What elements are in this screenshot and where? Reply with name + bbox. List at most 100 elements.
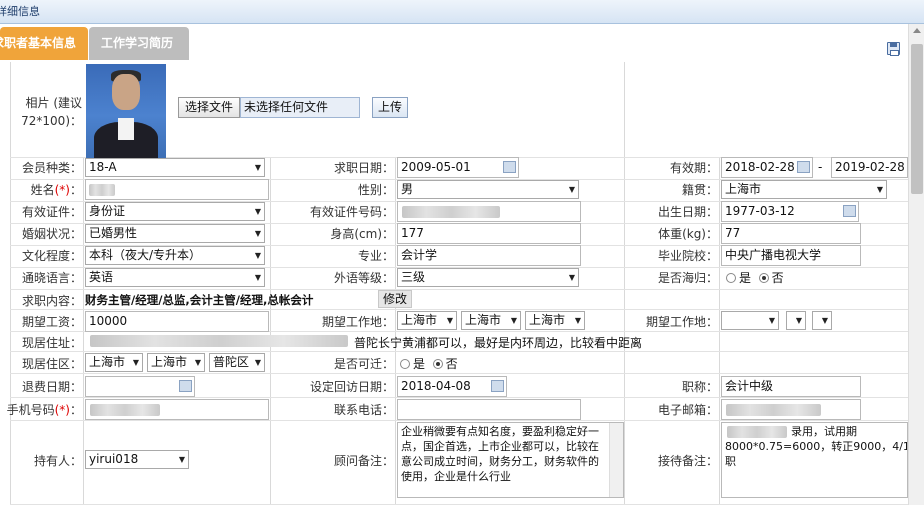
mobile-input[interactable]	[85, 399, 269, 420]
reception-note-line1: 录用，试用期	[791, 425, 857, 438]
edit-job-content-button[interactable]: 修改	[378, 290, 412, 308]
district-city-select[interactable]: 上海市	[147, 353, 205, 372]
education-select[interactable]: 本科（夜大/专升本）	[85, 246, 265, 265]
calendar-icon[interactable]	[843, 205, 856, 217]
language-level-select[interactable]: 三级	[397, 268, 579, 287]
id-number-label: 有效证件号码：	[309, 205, 394, 219]
relocate-yes-radio[interactable]	[400, 359, 410, 369]
choose-file-button[interactable]: 选择文件	[178, 97, 240, 118]
title-input[interactable]: 会计中级	[721, 376, 861, 397]
major-input[interactable]: 会计学	[397, 245, 581, 266]
id-type-label: 有效证件：	[21, 205, 82, 219]
reception-note-label: 接待备注：	[657, 454, 718, 468]
consultant-note-textarea[interactable]: 企业稍微要有点知名度，要盈利稳定好一点，国企首选，上市企业都可以，比较在意公司成…	[397, 422, 624, 498]
id-type-select[interactable]: 身份证	[85, 202, 265, 221]
scroll-thumb[interactable]	[911, 44, 923, 194]
profile-photo	[86, 64, 166, 158]
overseas-yes-radio[interactable]	[726, 273, 736, 283]
valid-to-input[interactable]: 2019-02-28	[831, 157, 908, 178]
phone-input[interactable]	[397, 399, 581, 420]
school-input[interactable]: 中央广播电视大学	[721, 245, 861, 266]
overseas-no-label: 否	[771, 271, 784, 285]
textarea-scrollbar[interactable]	[609, 423, 623, 497]
weight-input[interactable]: 77	[721, 223, 861, 244]
marital-select[interactable]: 已婚男性	[85, 224, 265, 243]
name-input[interactable]	[85, 179, 269, 200]
salary-input[interactable]: 10000	[85, 311, 269, 332]
refund-date-label: 退费日期：	[21, 380, 82, 394]
visit-date-label: 设定回访日期：	[309, 380, 394, 394]
district-province-select[interactable]: 上海市	[85, 353, 143, 372]
email-label: 电子邮箱：	[657, 403, 718, 417]
relocate-no-label: 否	[445, 357, 458, 371]
required-mark: (*)	[54, 183, 70, 197]
relocate-radio-group: 是 否	[400, 355, 458, 372]
address-label: 现居住址：	[21, 336, 82, 350]
work-place-2-district-select[interactable]	[812, 311, 832, 330]
gender-select[interactable]: 男	[397, 180, 579, 199]
tab-bar: 求职者基本信息 工作学习简历	[0, 24, 908, 60]
reception-note-line3: 职	[725, 455, 736, 468]
overseas-radio-group: 是 否	[726, 269, 784, 286]
consultant-note-label: 顾问备注：	[333, 454, 394, 468]
phone-label: 联系电话：	[333, 403, 394, 417]
marital-label: 婚姻状况：	[21, 227, 82, 241]
email-input[interactable]	[721, 399, 861, 420]
member-type-label: 会员种类：	[21, 161, 82, 175]
calendar-icon[interactable]	[797, 161, 810, 173]
work-place-district-select[interactable]: 上海市	[525, 311, 585, 330]
district-area-select[interactable]: 普陀区	[209, 353, 265, 372]
reception-note-line2: 8000*0.75=6000，转正9000，4/10,	[725, 440, 908, 453]
calendar-icon[interactable]	[503, 161, 516, 173]
required-mark: (*)	[54, 403, 70, 417]
tab-basic-info[interactable]: 求职者基本信息	[0, 27, 88, 60]
relocate-label: 是否可迁：	[333, 357, 394, 371]
gender-label: 性别：	[357, 183, 394, 197]
birth-date-input[interactable]: 1977-03-12	[721, 201, 859, 222]
upload-button[interactable]: 上传	[372, 97, 408, 118]
birth-date-value: 1977-03-12	[725, 204, 795, 218]
tab-work-history[interactable]: 工作学习简历	[89, 27, 189, 60]
address-redacted	[90, 335, 348, 347]
weight-label: 体重(kg)：	[658, 227, 718, 241]
save-icon[interactable]	[887, 42, 900, 56]
id-number-input[interactable]	[397, 201, 581, 222]
work-place-2-city-select[interactable]	[786, 311, 806, 330]
valid-from-input[interactable]: 2018-02-28	[721, 157, 813, 178]
work-place-province-select[interactable]: 上海市	[397, 311, 457, 330]
relocate-no-radio[interactable]	[432, 359, 443, 369]
job-date-value: 2009-05-01	[401, 160, 471, 174]
calendar-icon[interactable]	[179, 380, 192, 392]
native-label: 籍贯：	[681, 183, 718, 197]
address-value: 普陀长宁黄浦都可以，最好是内环周边，比较看中距离	[354, 336, 643, 350]
salary-label: 期望工资：	[21, 315, 82, 329]
scroll-up-icon[interactable]	[913, 28, 921, 33]
photo-label-size: 72*100)：	[21, 114, 82, 128]
height-label: 身高(cm)：	[330, 227, 394, 241]
valid-to-value: 2019-02-28	[835, 160, 905, 174]
language-select[interactable]: 英语	[85, 268, 265, 287]
holder-select[interactable]: yirui018	[85, 450, 189, 469]
native-select[interactable]: 上海市	[721, 180, 887, 199]
calendar-icon[interactable]	[491, 380, 504, 392]
reception-note-textarea[interactable]: 录用，试用期 8000*0.75=6000，转正9000，4/10, 职	[721, 422, 908, 498]
job-date-input[interactable]: 2009-05-01	[397, 157, 519, 178]
consultant-note-text: 企业稍微要有点知名度，要盈利稳定好一点，国企首选，上市企业都可以，比较在意公司成…	[401, 425, 599, 483]
major-label: 专业：	[357, 249, 394, 263]
window-title: 详细信息	[0, 5, 40, 18]
work-place-2-label: 期望工作地：	[645, 315, 718, 329]
district-label: 现居住区：	[21, 357, 82, 371]
language-label: 通晓语言：	[21, 271, 82, 285]
valid-period-label: 有效期：	[669, 161, 718, 175]
overseas-no-radio[interactable]	[758, 273, 769, 283]
holder-label: 持有人：	[33, 454, 82, 468]
member-type-select[interactable]: 18-A	[85, 158, 265, 177]
refund-date-input[interactable]	[85, 376, 195, 397]
page-scrollbar[interactable]	[908, 24, 924, 505]
photo-label: 相片 (建议	[25, 96, 83, 110]
height-input[interactable]: 177	[397, 223, 581, 244]
work-place-2-province-select[interactable]	[721, 311, 779, 330]
work-place-city-select[interactable]: 上海市	[461, 311, 521, 330]
visit-date-input[interactable]: 2018-04-08	[397, 376, 507, 397]
overseas-yes-label: 是	[739, 271, 752, 285]
